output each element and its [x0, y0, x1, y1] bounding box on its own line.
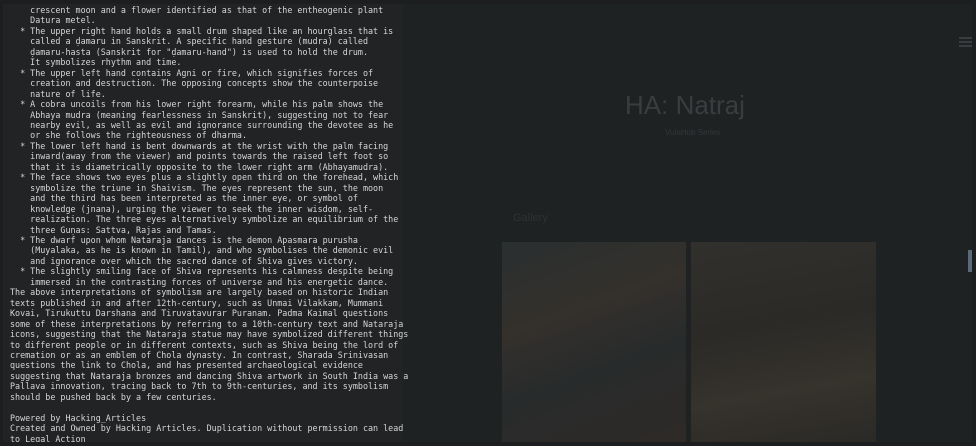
- text-line: Datura metel.: [30, 15, 96, 26]
- text-line: three Guṇas: Sattva, Rajas and Tamas.: [30, 224, 217, 235]
- text-line: Powered by Hacking_Articles: [10, 412, 147, 423]
- text-line: * The lower left hand is bent downwards …: [20, 140, 389, 151]
- text-line: inward(away from the viewer) and points …: [30, 151, 389, 162]
- gallery-image[interactable]: [502, 242, 686, 442]
- text-line: (Muyalaka, as he is known in Tamil), and…: [30, 245, 394, 256]
- text-line: Created and Owned by Hacking Articles. D…: [10, 423, 404, 434]
- text-line: The above interpretations of symbolism a…: [10, 287, 389, 298]
- text-line: ḍamaru-hasta (Sanskrit for "ḍamaru-hand"…: [30, 46, 368, 57]
- page-subtitle: VulnHub Series: [665, 128, 721, 137]
- text-line: or she follows the righteousness of dhar…: [30, 130, 247, 141]
- text-line: nearby evil, as well as evil and ignoran…: [30, 119, 394, 130]
- text-line: and ignorance over which the sacred danc…: [30, 255, 358, 266]
- page-title: HA: Natraj: [625, 90, 745, 120]
- section-label: Gallery: [513, 212, 548, 224]
- browser-viewport: HA: Natraj VulnHub Series Gallery cresce…: [3, 4, 972, 442]
- included-file-text: crescent moon and a flower identified as…: [10, 5, 408, 442]
- scrollbar[interactable]: [968, 250, 972, 272]
- text-line: * A cobra uncoils from his lower right f…: [20, 99, 384, 110]
- text-line: Pallava innovation, tracing back to 7th …: [10, 381, 389, 392]
- text-line: icons, suggesting that the Nataraja stat…: [10, 329, 409, 340]
- text-line: called a ḍamaru in Sanskrit. A specific …: [30, 36, 368, 47]
- text-line: crescent moon and a flower identified as…: [30, 5, 384, 15]
- text-line: cremation or as an emblem of Chola dynas…: [10, 349, 389, 360]
- gallery-image[interactable]: [691, 242, 876, 442]
- text-line: * The upper left hand contains Agni or f…: [20, 67, 374, 78]
- text-line: realization. The three eyes alternativel…: [30, 214, 399, 225]
- text-line: to different people or in different cont…: [10, 339, 399, 350]
- text-line: nature of life.: [30, 88, 106, 99]
- text-line: texts published in and after 12th-centur…: [10, 297, 384, 308]
- text-line: immersed in the contrasting forces of un…: [30, 276, 389, 287]
- text-line: Kovai, Tirukuttu Darshana and Tiruvatavu…: [10, 308, 389, 319]
- text-line: * The dwarf upon whom Nataraja dances is…: [20, 234, 358, 245]
- text-line: some of these interpretations by referri…: [10, 318, 404, 329]
- text-line: * The slightly smiling face of Shiva rep…: [20, 266, 394, 277]
- text-line: Abhaya mudra (meaning fearlessness in Sa…: [30, 109, 389, 120]
- text-line: * The face shows two eyes plus a slightl…: [20, 172, 399, 183]
- text-line: and the third has been interpreted as th…: [30, 193, 358, 204]
- text-line: symbolize the triune in Shaivism. The ey…: [30, 182, 384, 193]
- text-line: creation and destruction. The opposing c…: [30, 78, 379, 89]
- hamburger-menu-icon[interactable]: [959, 37, 972, 47]
- text-line: questions the link to Chola, and has pre…: [10, 360, 363, 371]
- text-line: * The upper right hand holds a small dru…: [20, 25, 394, 36]
- text-line: should be pushed back by a few centuries…: [10, 391, 217, 402]
- text-line: knowledge (jnana), urging the viewer to …: [30, 203, 374, 214]
- text-line: that it is diametrically opposite to the…: [30, 161, 389, 172]
- text-line: It symbolizes rhythm and time.: [30, 57, 182, 68]
- text-line: to Legal Action: [10, 433, 86, 442]
- text-line: suggesting that Nataraja bronzes and dan…: [10, 370, 409, 381]
